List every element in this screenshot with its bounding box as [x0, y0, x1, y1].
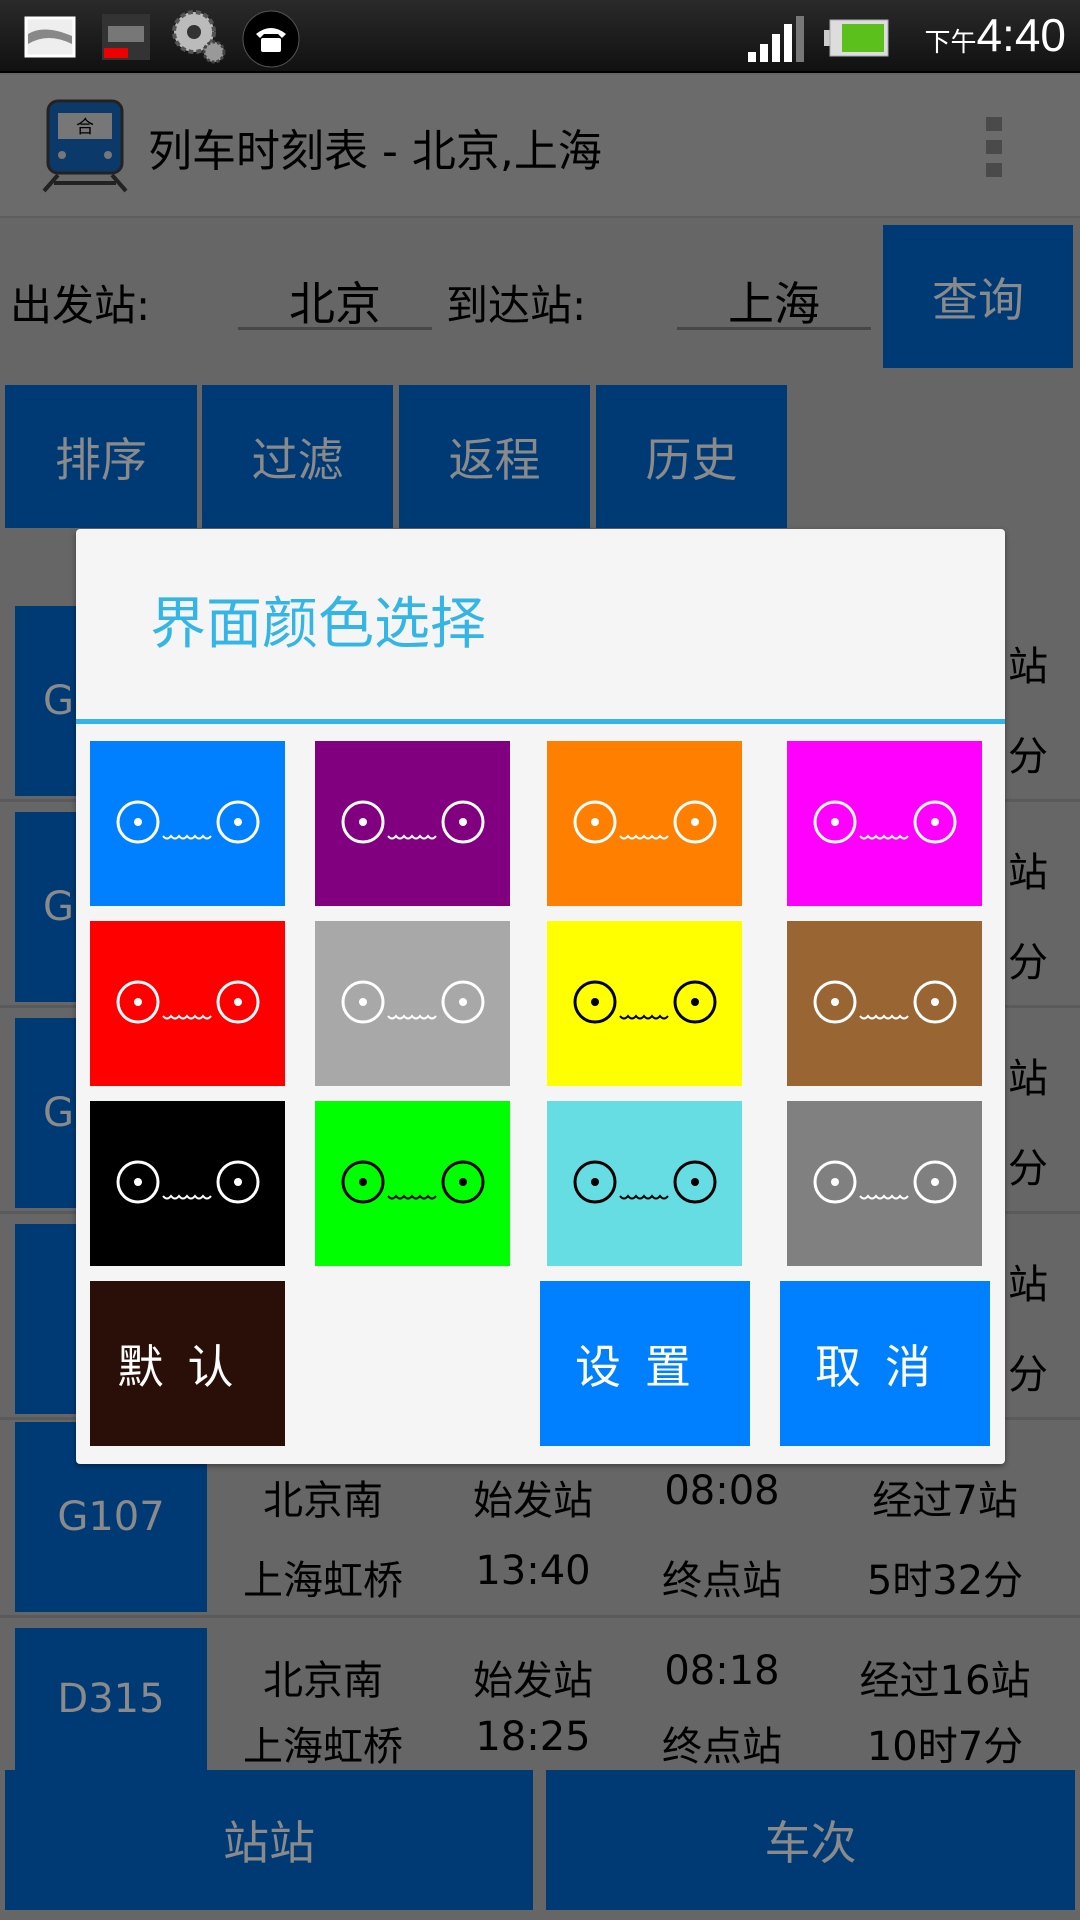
stop-count: 经过16站 — [859, 1658, 1031, 1704]
stop-count: 经过7站 — [872, 1478, 1018, 1524]
train-icon[interactable]: 合 — [38, 99, 132, 193]
from-type: 始发站 — [473, 1478, 593, 1524]
face-icon — [116, 800, 259, 843]
duration: 分 — [1008, 734, 1048, 780]
to-station-input[interactable]: 上海 — [677, 268, 871, 331]
from-station-label: 出发站: — [10, 281, 151, 330]
app-title: 列车时刻表 - 北京,上海 — [148, 126, 602, 177]
from-station-input[interactable]: 北京 — [238, 268, 432, 331]
duration: 分 — [1008, 1352, 1048, 1398]
dialog-title: 界面颜色选择 — [150, 592, 486, 657]
svg-text:合: 合 — [76, 117, 94, 138]
clock: 下午4:40 — [924, 8, 1066, 62]
settings-gears-icon — [172, 10, 226, 64]
stop-count: 站 — [1008, 1262, 1048, 1308]
history-button[interactable]: 历史 — [596, 385, 787, 528]
to-station-label: 到达站: — [446, 281, 587, 330]
color-swatch[interactable] — [315, 921, 510, 1086]
face-icon — [813, 800, 956, 843]
title-divider — [76, 719, 1005, 724]
duration: 5时32分 — [866, 1558, 1024, 1604]
color-swatch[interactable] — [90, 1101, 285, 1266]
face-icon — [341, 1160, 484, 1203]
color-swatch[interactable] — [787, 1101, 982, 1266]
face-icon — [116, 1160, 259, 1203]
color-swatch[interactable] — [787, 921, 982, 1086]
duration: 分 — [1008, 1146, 1048, 1192]
battery-icon — [824, 19, 889, 57]
face-icon — [813, 1160, 956, 1203]
arrive-time: 18:25 — [475, 1714, 591, 1760]
train-number: D315 — [15, 1628, 207, 1770]
train-row[interactable]: D315 北京南 始发站 08:18 经过16站 上海虹桥 18:25 终点站 … — [0, 1622, 1080, 1770]
time-prefix: 下午 — [924, 27, 977, 57]
query-button[interactable]: 查询 — [883, 225, 1073, 368]
from-station: 北京南 — [263, 1478, 383, 1524]
color-swatch[interactable] — [315, 741, 510, 906]
to-type: 终点站 — [662, 1724, 782, 1770]
set-button[interactable]: 设置 — [540, 1281, 750, 1446]
to-type: 终点站 — [662, 1558, 782, 1604]
gallery-icon — [24, 16, 76, 58]
from-station: 北京南 — [263, 1658, 383, 1704]
color-picker-dialog: 界面颜色选择 默认 设置 取消 — [76, 529, 1005, 1464]
color-swatch[interactable] — [90, 741, 285, 906]
face-icon — [341, 800, 484, 843]
depart-time: 08:18 — [664, 1648, 780, 1694]
stop-count: 站 — [1008, 850, 1048, 896]
color-swatch[interactable] — [547, 1101, 742, 1266]
from-type: 始发站 — [473, 1658, 593, 1704]
to-station: 上海虹桥 — [243, 1724, 403, 1770]
face-icon — [573, 800, 716, 843]
time: 4:40 — [976, 9, 1066, 61]
face-icon — [341, 980, 484, 1023]
phone-icon — [242, 10, 300, 68]
tab-train-number[interactable]: 车次 — [546, 1770, 1075, 1910]
to-station: 上海虹桥 — [243, 1558, 403, 1604]
face-icon — [573, 1160, 716, 1203]
duration: 10时7分 — [866, 1724, 1024, 1770]
color-swatch[interactable] — [547, 741, 742, 906]
stop-count: 站 — [1008, 644, 1048, 690]
return-button[interactable]: 返程 — [399, 385, 590, 528]
face-icon — [813, 980, 956, 1023]
face-icon — [573, 980, 716, 1023]
arrive-time: 13:40 — [475, 1548, 591, 1594]
stop-count: 站 — [1008, 1056, 1048, 1102]
color-swatch[interactable] — [787, 741, 982, 906]
sort-button[interactable]: 排序 — [5, 385, 197, 528]
recorder-icon — [102, 14, 150, 60]
filter-button[interactable]: 过滤 — [202, 385, 393, 528]
action-bar: 合 列车时刻表 - 北京,上海 — [0, 75, 1080, 218]
depart-time: 08:08 — [664, 1468, 780, 1514]
signal-icon — [748, 16, 804, 62]
tab-station-to-station[interactable]: 站站 — [5, 1770, 533, 1910]
overflow-menu-icon[interactable] — [986, 117, 1002, 177]
default-button[interactable]: 默认 — [90, 1281, 285, 1446]
color-swatch[interactable] — [547, 921, 742, 1086]
cancel-button[interactable]: 取消 — [780, 1281, 990, 1446]
color-swatch[interactable] — [315, 1101, 510, 1266]
status-bar: 下午4:40 — [0, 0, 1080, 73]
face-icon — [116, 980, 259, 1023]
duration: 分 — [1008, 940, 1048, 986]
color-swatch[interactable] — [90, 921, 285, 1086]
